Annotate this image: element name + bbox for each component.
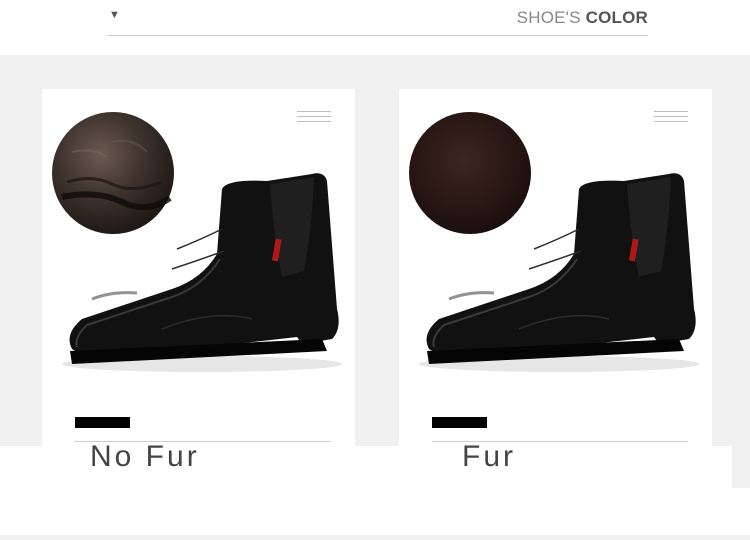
dropdown-arrow-icon[interactable]: ▼ bbox=[109, 9, 120, 21]
menu-icon bbox=[654, 111, 688, 122]
section-title: SHOE'S COLOR bbox=[517, 8, 648, 28]
boot-image bbox=[419, 173, 699, 372]
section-header: ▼ SHOE'S COLOR bbox=[0, 0, 750, 55]
section-title-prefix: SHOE'S bbox=[516, 8, 581, 27]
product-option-card-fur[interactable] bbox=[399, 89, 712, 488]
section-title-emphasis: COLOR bbox=[585, 8, 648, 27]
bottom-strip bbox=[0, 535, 750, 540]
boot-image bbox=[62, 173, 342, 372]
header-divider bbox=[108, 35, 648, 36]
option-label-fur[interactable]: Fur bbox=[462, 440, 516, 474]
product-option-card-no-fur[interactable] bbox=[42, 89, 355, 488]
option-label-no-fur[interactable]: No Fur bbox=[90, 440, 200, 474]
color-bar bbox=[432, 417, 487, 428]
menu-icon bbox=[297, 111, 331, 122]
color-bar bbox=[75, 417, 130, 428]
